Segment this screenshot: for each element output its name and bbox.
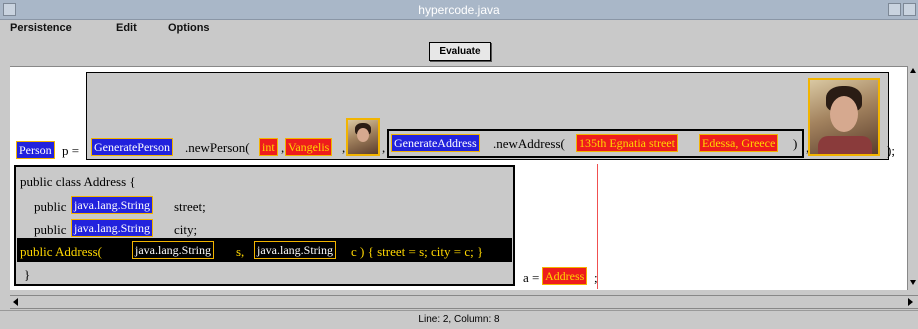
close-paren: ) bbox=[793, 136, 798, 151]
menu-persistence[interactable]: Persistence bbox=[10, 22, 72, 34]
person-photo-small-image[interactable] bbox=[346, 118, 380, 156]
street-token[interactable]: 135th Egnatia street bbox=[576, 134, 678, 152]
var-text: p = bbox=[62, 143, 80, 158]
type-token-string[interactable]: java.lang.String bbox=[71, 219, 153, 237]
semicolon: ; bbox=[594, 270, 598, 285]
method-text-new-address: .newAddress( bbox=[493, 136, 565, 151]
window-title: hypercode.java bbox=[418, 3, 500, 17]
method-text-new-person: .newPerson( bbox=[185, 140, 250, 155]
face-shape bbox=[830, 96, 858, 132]
close-paren-semicolon: ); bbox=[887, 143, 895, 158]
menu-edit[interactable]: Edit bbox=[116, 22, 137, 34]
public-keyword: public bbox=[34, 222, 67, 237]
scroll-down-icon[interactable] bbox=[910, 280, 916, 285]
scroll-up-icon[interactable] bbox=[910, 68, 916, 73]
menu-bar bbox=[0, 20, 918, 40]
ctor-param-c-body: c ) { street = s; city = c; } bbox=[351, 244, 484, 259]
evaluate-button[interactable]: Evaluate bbox=[429, 42, 491, 61]
comma: , bbox=[342, 140, 346, 155]
field-city: city; bbox=[174, 222, 198, 237]
ctor-param-s: s, bbox=[236, 244, 245, 259]
ctor-start: public Address( bbox=[20, 244, 102, 259]
ctor-type-token[interactable]: java.lang.String bbox=[132, 241, 214, 259]
maximize-button[interactable] bbox=[903, 3, 916, 16]
assign-var-text: a = bbox=[523, 270, 540, 285]
shirt-shape bbox=[818, 136, 872, 154]
public-keyword: public bbox=[34, 199, 67, 214]
class-decl: public class Address { bbox=[20, 174, 136, 189]
menu-options[interactable]: Options bbox=[168, 22, 210, 34]
comma: , bbox=[281, 140, 285, 155]
int-token[interactable]: int bbox=[259, 138, 278, 156]
minimize-button[interactable] bbox=[888, 3, 901, 16]
horizontal-scrollbar[interactable] bbox=[10, 295, 918, 309]
type-token-person[interactable]: Person bbox=[16, 141, 55, 159]
face-shape bbox=[357, 128, 369, 142]
scroll-right-icon[interactable] bbox=[908, 298, 913, 306]
address-token[interactable]: Address bbox=[542, 267, 588, 285]
type-token-string[interactable]: java.lang.String bbox=[71, 196, 153, 214]
ctor-type-token[interactable]: java.lang.String bbox=[254, 241, 336, 259]
vertical-scrollbar[interactable] bbox=[907, 66, 918, 290]
city-token[interactable]: Edessa, Greece bbox=[699, 134, 779, 152]
scroll-left-icon[interactable] bbox=[13, 298, 18, 306]
status-bar: Line: 2, Column: 8 bbox=[0, 310, 918, 328]
comma: , bbox=[382, 140, 386, 155]
factory-token-generate-person[interactable]: GeneratePerson bbox=[91, 138, 173, 156]
field-street: street; bbox=[174, 199, 206, 214]
name-token-vangelis[interactable]: Vangelis bbox=[285, 138, 333, 156]
person-photo-large-image[interactable] bbox=[808, 78, 880, 156]
class-close-brace: } bbox=[24, 267, 31, 282]
factory-token-generate-address[interactable]: GenerateAddress bbox=[391, 134, 480, 152]
